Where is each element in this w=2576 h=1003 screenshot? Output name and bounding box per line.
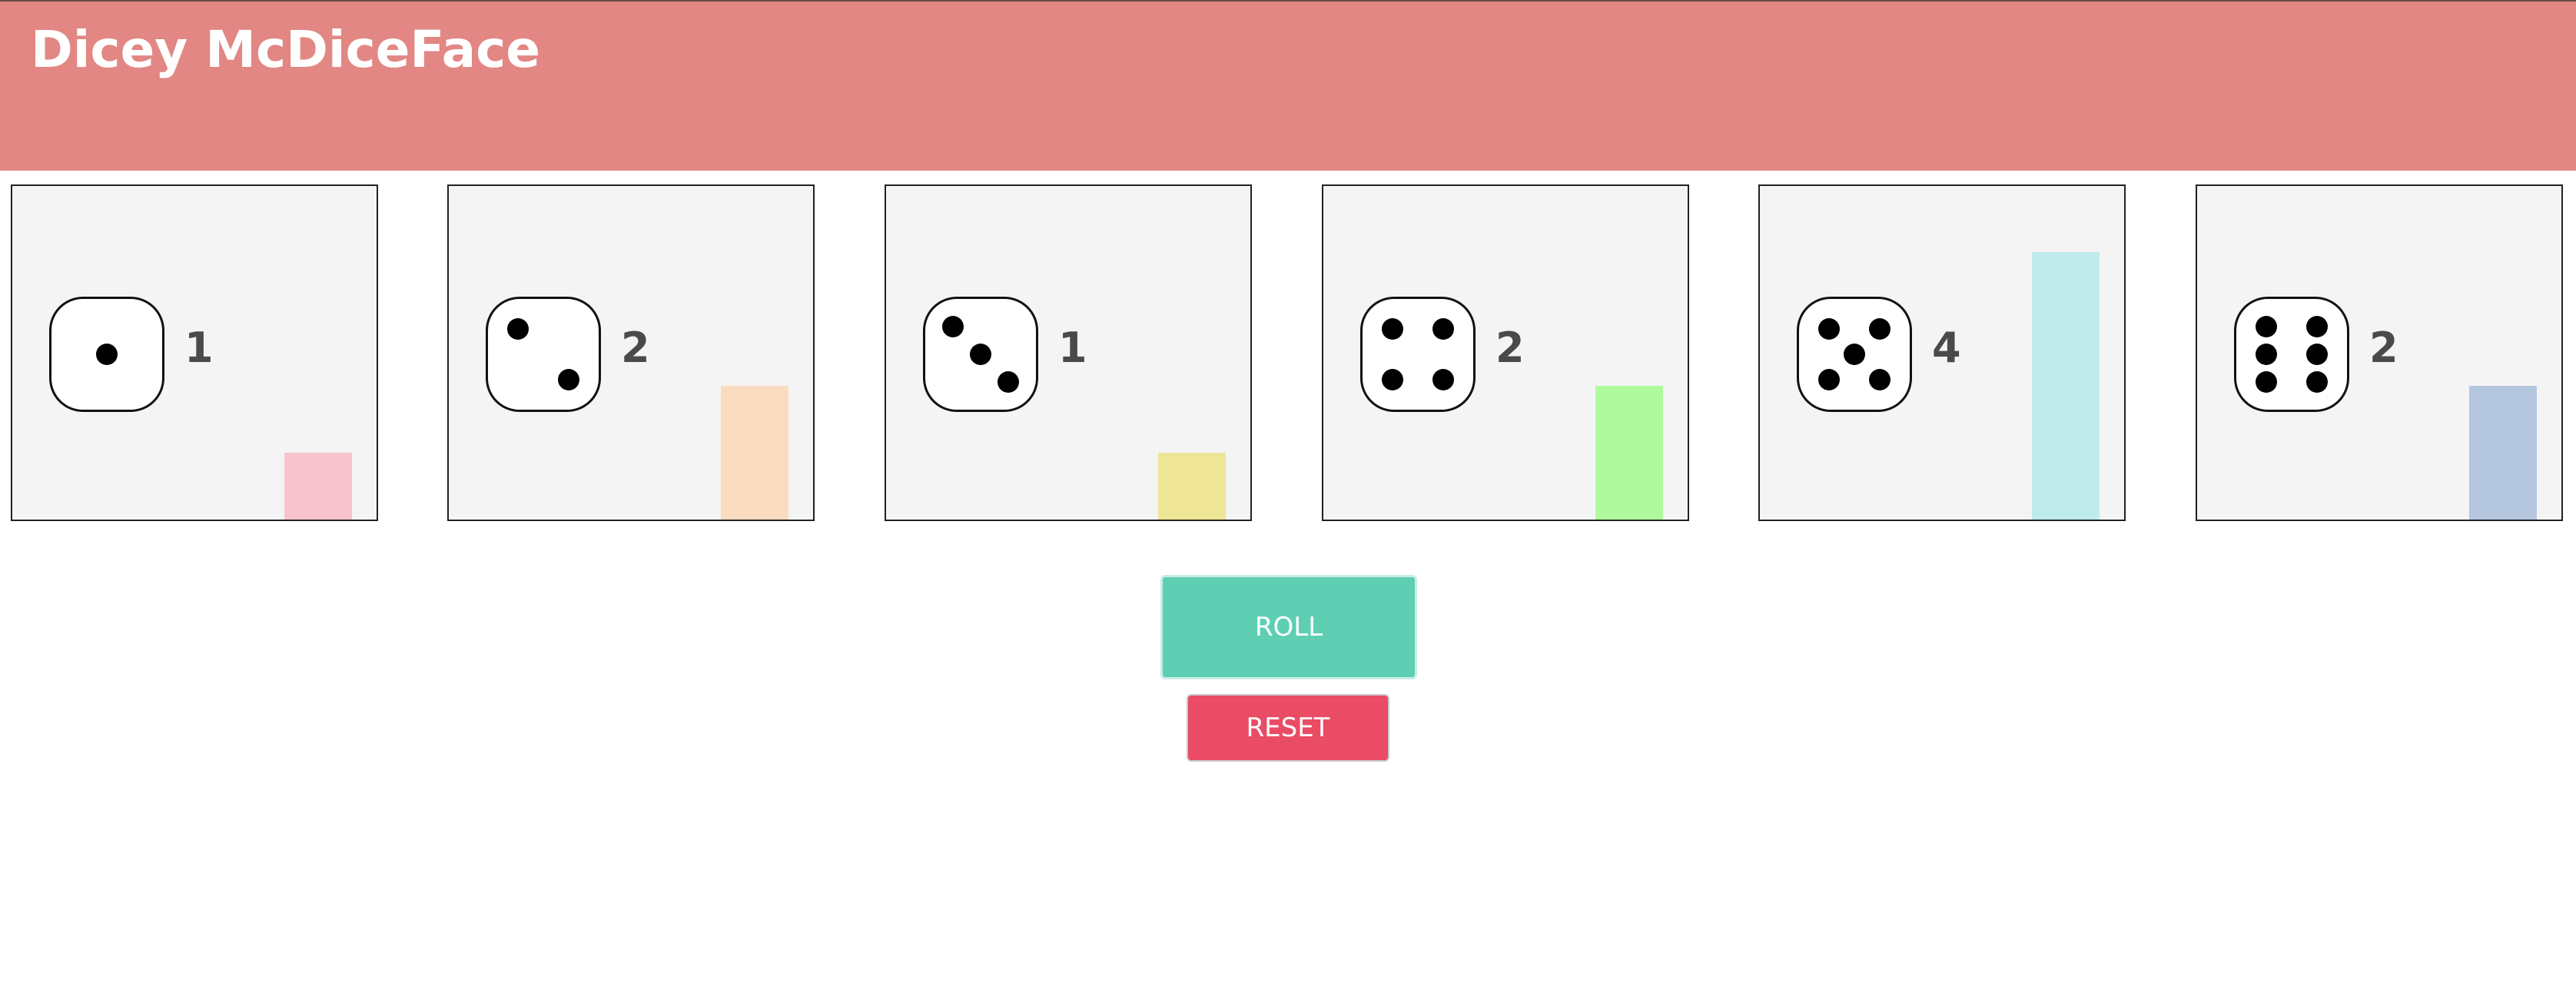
die-face-4-icon — [1360, 297, 1476, 412]
pip — [1817, 317, 1840, 340]
pip — [998, 371, 1019, 393]
reset-button[interactable]: RESET — [1187, 694, 1389, 762]
die-panel-2: 2 — [447, 184, 815, 521]
pip — [1817, 369, 1840, 391]
die-panel-1: 1 — [11, 184, 378, 521]
roll-button[interactable]: ROLL — [1160, 575, 1417, 679]
die-face-1-icon — [49, 297, 164, 412]
die-face-5-icon — [1797, 297, 1912, 412]
die-panel-5: 4 — [1758, 184, 2126, 521]
die-count: 1 — [1058, 324, 1087, 372]
die-count: 4 — [1932, 324, 1961, 372]
frequency-bar — [2032, 252, 2100, 520]
frequency-bar — [1158, 453, 1226, 520]
die-face-3-icon — [923, 297, 1038, 412]
die-count: 2 — [621, 324, 650, 372]
pip — [2306, 316, 2329, 337]
pip — [970, 344, 991, 365]
pip — [2306, 344, 2329, 365]
pip — [96, 344, 118, 365]
pip — [1869, 369, 1891, 391]
frequency-bar — [721, 386, 788, 520]
pip — [1432, 369, 1455, 391]
die-count: 2 — [2369, 324, 2398, 372]
pip — [2255, 371, 2277, 393]
pip — [1432, 317, 1455, 340]
pip — [2306, 371, 2329, 393]
die-face-2-icon — [486, 297, 601, 412]
pip — [1381, 317, 1403, 340]
frequency-bar — [2469, 386, 2537, 520]
die-panel-6: 2 — [2196, 184, 2563, 521]
frequency-bar — [284, 453, 352, 520]
die-face-6-icon — [2234, 297, 2349, 412]
die-panel-4: 2 — [1322, 184, 1689, 521]
pip — [1381, 369, 1403, 391]
pip — [942, 316, 964, 337]
pip — [2255, 316, 2277, 337]
app-header: Dicey McDiceFace — [0, 0, 2576, 171]
pip — [1869, 317, 1891, 340]
die-count: 2 — [1495, 324, 1525, 372]
die-count: 1 — [184, 324, 214, 372]
pip — [1844, 344, 1865, 365]
pip — [506, 317, 529, 340]
pip — [558, 369, 580, 391]
die-panel-3: 1 — [885, 184, 1252, 521]
frequency-bar — [1595, 386, 1663, 520]
app-title: Dicey McDiceFace — [31, 20, 541, 79]
pip — [2255, 344, 2277, 365]
